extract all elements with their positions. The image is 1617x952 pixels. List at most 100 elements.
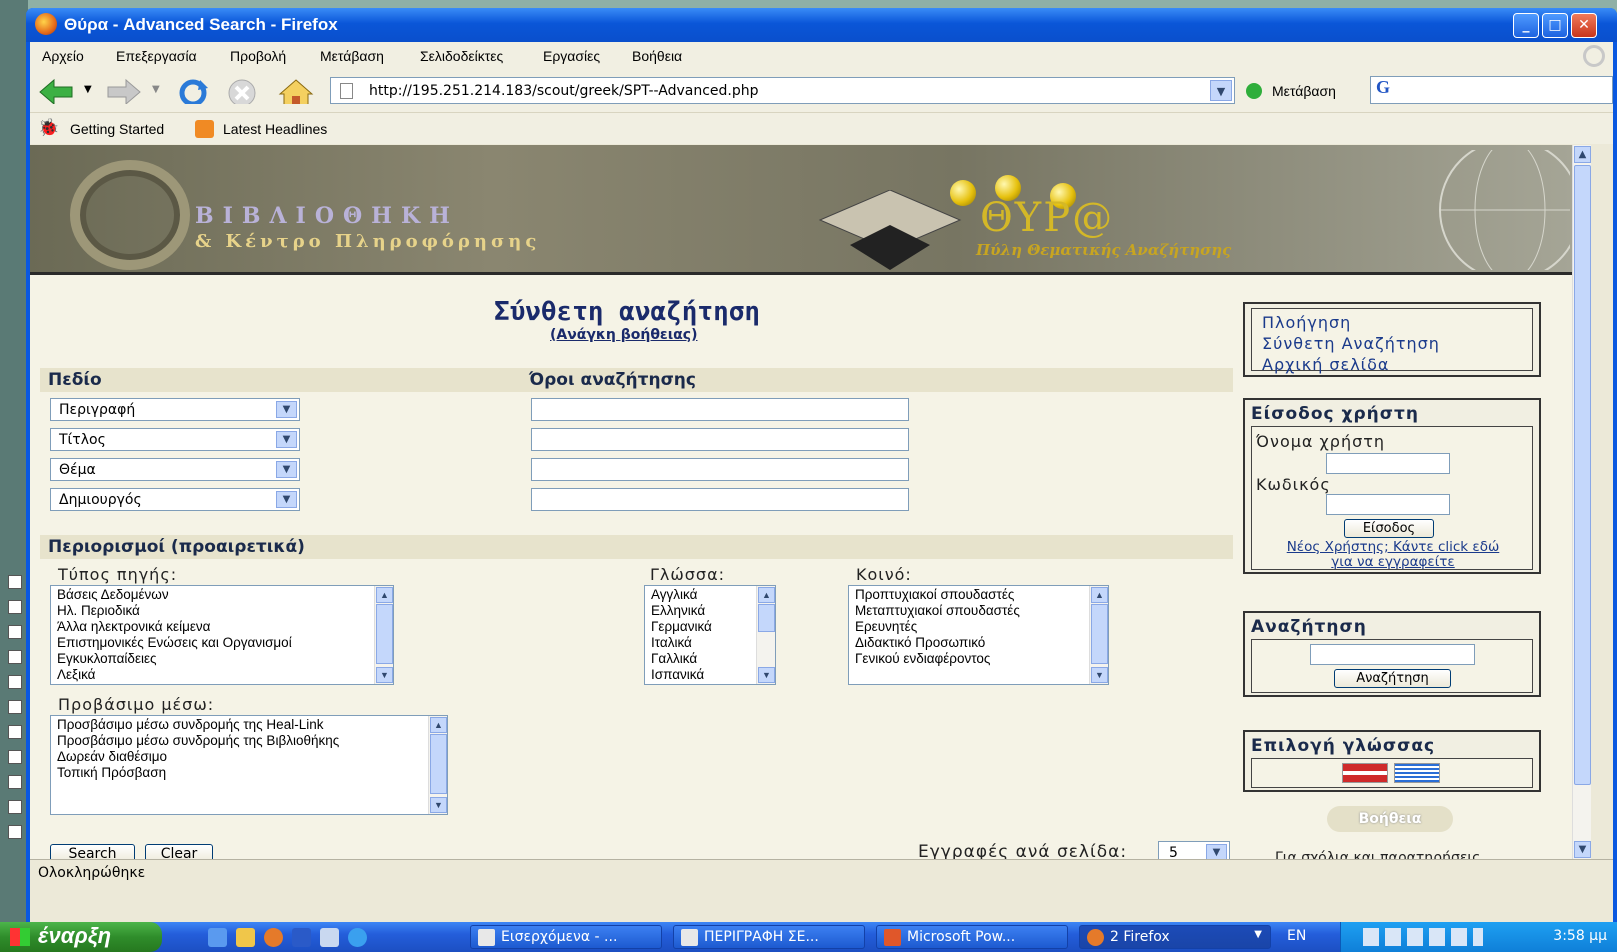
listbox-scrollbar[interactable]: ▲ ▼: [428, 716, 447, 814]
scroll-down-icon[interactable]: ▼: [1091, 667, 1108, 683]
scroll-down-icon[interactable]: ▼: [376, 667, 393, 683]
list-item[interactable]: Γερμανικά: [651, 619, 712, 635]
scroll-thumb[interactable]: [430, 734, 447, 794]
per-page-select[interactable]: 5 ▼: [1158, 841, 1230, 859]
list-item[interactable]: Γαλλικά: [651, 651, 697, 667]
nav-link-advanced[interactable]: Σύνθετη Αναζήτηση: [1262, 334, 1440, 353]
scroll-thumb[interactable]: [1091, 604, 1108, 664]
scroll-down-icon[interactable]: ▼: [758, 667, 775, 683]
stop-icon[interactable]: [226, 78, 258, 104]
scroll-up-icon[interactable]: ▲: [376, 587, 393, 603]
menu-go[interactable]: Μετάβαση: [320, 48, 384, 64]
taskbar-item-word[interactable]: ΠΕΡΙΓΡΑΦΗ ΣΕ...: [673, 925, 865, 949]
access-listbox[interactable]: Προσβάσιμο μέσω συνδρομής της Heal-Link …: [50, 715, 448, 815]
list-item[interactable]: Αγγλικά: [651, 587, 697, 603]
taskbar-item-firefox[interactable]: 2 Firefox ▼: [1079, 925, 1271, 949]
login-button[interactable]: Είσοδος: [1344, 519, 1434, 538]
list-item[interactable]: Τοπική Πρόσβαση: [57, 765, 166, 781]
field-select-2[interactable]: Τίτλος ▼: [50, 428, 300, 451]
scroll-thumb[interactable]: [376, 604, 393, 664]
quick-search-input[interactable]: [1310, 644, 1475, 665]
list-item[interactable]: Ιταλικά: [651, 635, 692, 651]
list-item[interactable]: Εγκυκλοπαίδειες: [57, 651, 156, 667]
list-item[interactable]: Προσβάσιμο μέσω συνδρομής της Βιβλιοθήκη…: [57, 733, 339, 749]
username-input[interactable]: [1326, 453, 1450, 474]
page-scrollbar[interactable]: ▲ ▼: [1572, 145, 1591, 859]
taskbar-item-powerpoint[interactable]: Microsoft Pow...: [876, 925, 1068, 949]
scroll-down-icon[interactable]: ▼: [430, 797, 447, 813]
listbox-scrollbar[interactable]: ▲ ▼: [1089, 586, 1108, 684]
quicklaunch-word-icon[interactable]: [292, 928, 311, 947]
menu-bookmarks[interactable]: Σελιδοδείκτες: [420, 48, 503, 64]
greek-flag-icon[interactable]: [1394, 763, 1440, 783]
clear-button[interactable]: Clear: [145, 844, 213, 859]
quicklaunch-folder-icon[interactable]: [236, 928, 255, 947]
quicklaunch-ie-icon[interactable]: [208, 928, 227, 947]
search-term-input-1[interactable]: [531, 398, 909, 421]
close-button[interactable]: ✕: [1571, 13, 1597, 38]
url-bar[interactable]: http://195.251.214.183/scout/greek/SPT--…: [330, 77, 1235, 104]
tray-icons[interactable]: [1363, 928, 1483, 946]
search-term-input-4[interactable]: [531, 488, 909, 511]
menu-edit[interactable]: Επεξεργασία: [116, 48, 197, 64]
scroll-thumb[interactable]: [758, 604, 775, 632]
list-item[interactable]: Άλλα ηλεκτρονικά κείμενα: [57, 619, 210, 635]
back-dropdown-icon[interactable]: ▼: [84, 84, 92, 110]
register-link[interactable]: Νέος Χρήστης; Κάντε click εδώ για να εγγρ…: [1256, 540, 1530, 570]
list-item[interactable]: Ελληνικά: [651, 603, 705, 619]
list-item[interactable]: Προπτυχιακοί σπουδαστές: [855, 587, 1014, 603]
uk-flag-icon[interactable]: [1342, 763, 1388, 783]
url-dropdown-icon[interactable]: ▼: [1210, 80, 1232, 101]
quicklaunch-media-icon[interactable]: [348, 928, 367, 947]
reload-icon[interactable]: [176, 78, 210, 104]
list-item[interactable]: Ερευνητές: [855, 619, 917, 635]
bookmark-getting-started[interactable]: Getting Started: [70, 121, 164, 137]
help-link[interactable]: (Ανάγκη βοήθειας): [550, 327, 698, 343]
source-type-listbox[interactable]: Βάσεις Δεδομένων Ηλ. Περιοδικά Άλλα ηλεκ…: [50, 585, 394, 685]
menu-view[interactable]: Προβολή: [230, 48, 286, 64]
nav-link-browse[interactable]: Πλοήγηση: [1262, 313, 1351, 332]
list-item[interactable]: Ηλ. Περιοδικά: [57, 603, 140, 619]
list-item[interactable]: Λεξικά: [57, 667, 95, 683]
home-icon[interactable]: [278, 78, 314, 104]
list-item[interactable]: Γενικού ενδιαφέροντος: [855, 651, 990, 667]
quicklaunch-mail-icon[interactable]: [320, 928, 339, 947]
list-item[interactable]: Διδακτικό Προσωπικό: [855, 635, 985, 651]
forward-arrow-icon[interactable]: [106, 78, 142, 104]
language-indicator[interactable]: EN: [1287, 928, 1306, 944]
maximize-button[interactable]: □: [1542, 13, 1568, 38]
list-item[interactable]: Μεταπτυχιακοί σπουδαστές: [855, 603, 1020, 619]
listbox-scrollbar[interactable]: ▲ ▼: [374, 586, 393, 684]
search-button[interactable]: Search: [50, 844, 135, 859]
quicklaunch-firefox-icon[interactable]: [264, 928, 283, 947]
scroll-down-icon[interactable]: ▼: [1574, 841, 1591, 858]
google-search-box[interactable]: G: [1370, 76, 1613, 104]
list-item[interactable]: Βάσεις Δεδομένων: [57, 587, 169, 603]
scroll-up-icon[interactable]: ▲: [758, 587, 775, 603]
minimize-button[interactable]: _: [1513, 13, 1539, 38]
menu-help[interactable]: Βοήθεια: [632, 48, 682, 64]
list-item[interactable]: Δωρεάν διαθέσιμο: [57, 749, 167, 765]
forward-dropdown-icon[interactable]: ▼: [152, 84, 160, 110]
list-item[interactable]: Προσβάσιμο μέσω συνδρομής της Heal-Link: [57, 717, 323, 733]
nav-link-home[interactable]: Αρχική σελίδα: [1262, 355, 1389, 374]
bookmark-latest-headlines[interactable]: Latest Headlines: [223, 121, 327, 137]
scroll-up-icon[interactable]: ▲: [1574, 146, 1591, 163]
go-button[interactable]: Μετάβαση: [1246, 83, 1336, 99]
scroll-thumb[interactable]: [1574, 165, 1591, 785]
list-item[interactable]: Ισπανικά: [651, 667, 704, 683]
quick-search-button[interactable]: Αναζήτηση: [1334, 669, 1451, 688]
search-term-input-2[interactable]: [531, 428, 909, 451]
audience-listbox[interactable]: Προπτυχιακοί σπουδαστές Μεταπτυχιακοί σπ…: [848, 585, 1109, 685]
list-item[interactable]: Επιστημονικές Ενώσεις και Οργανισμοί: [57, 635, 292, 651]
field-select-1[interactable]: Περιγραφή ▼: [50, 398, 300, 421]
start-button[interactable]: έναρξη: [0, 922, 162, 952]
taskbar-item-outlook[interactable]: Εισερχόμενα - ...: [470, 925, 662, 949]
scroll-up-icon[interactable]: ▲: [1091, 587, 1108, 603]
field-select-4[interactable]: Δημιουργός ▼: [50, 488, 300, 511]
menu-tools[interactable]: Εργασίες: [543, 48, 600, 64]
menu-file[interactable]: Αρχείο: [42, 48, 84, 64]
language-listbox[interactable]: Αγγλικά Ελληνικά Γερμανικά Ιταλικά Γαλλι…: [644, 585, 776, 685]
scroll-up-icon[interactable]: ▲: [430, 717, 447, 733]
field-select-3[interactable]: Θέμα ▼: [50, 458, 300, 481]
